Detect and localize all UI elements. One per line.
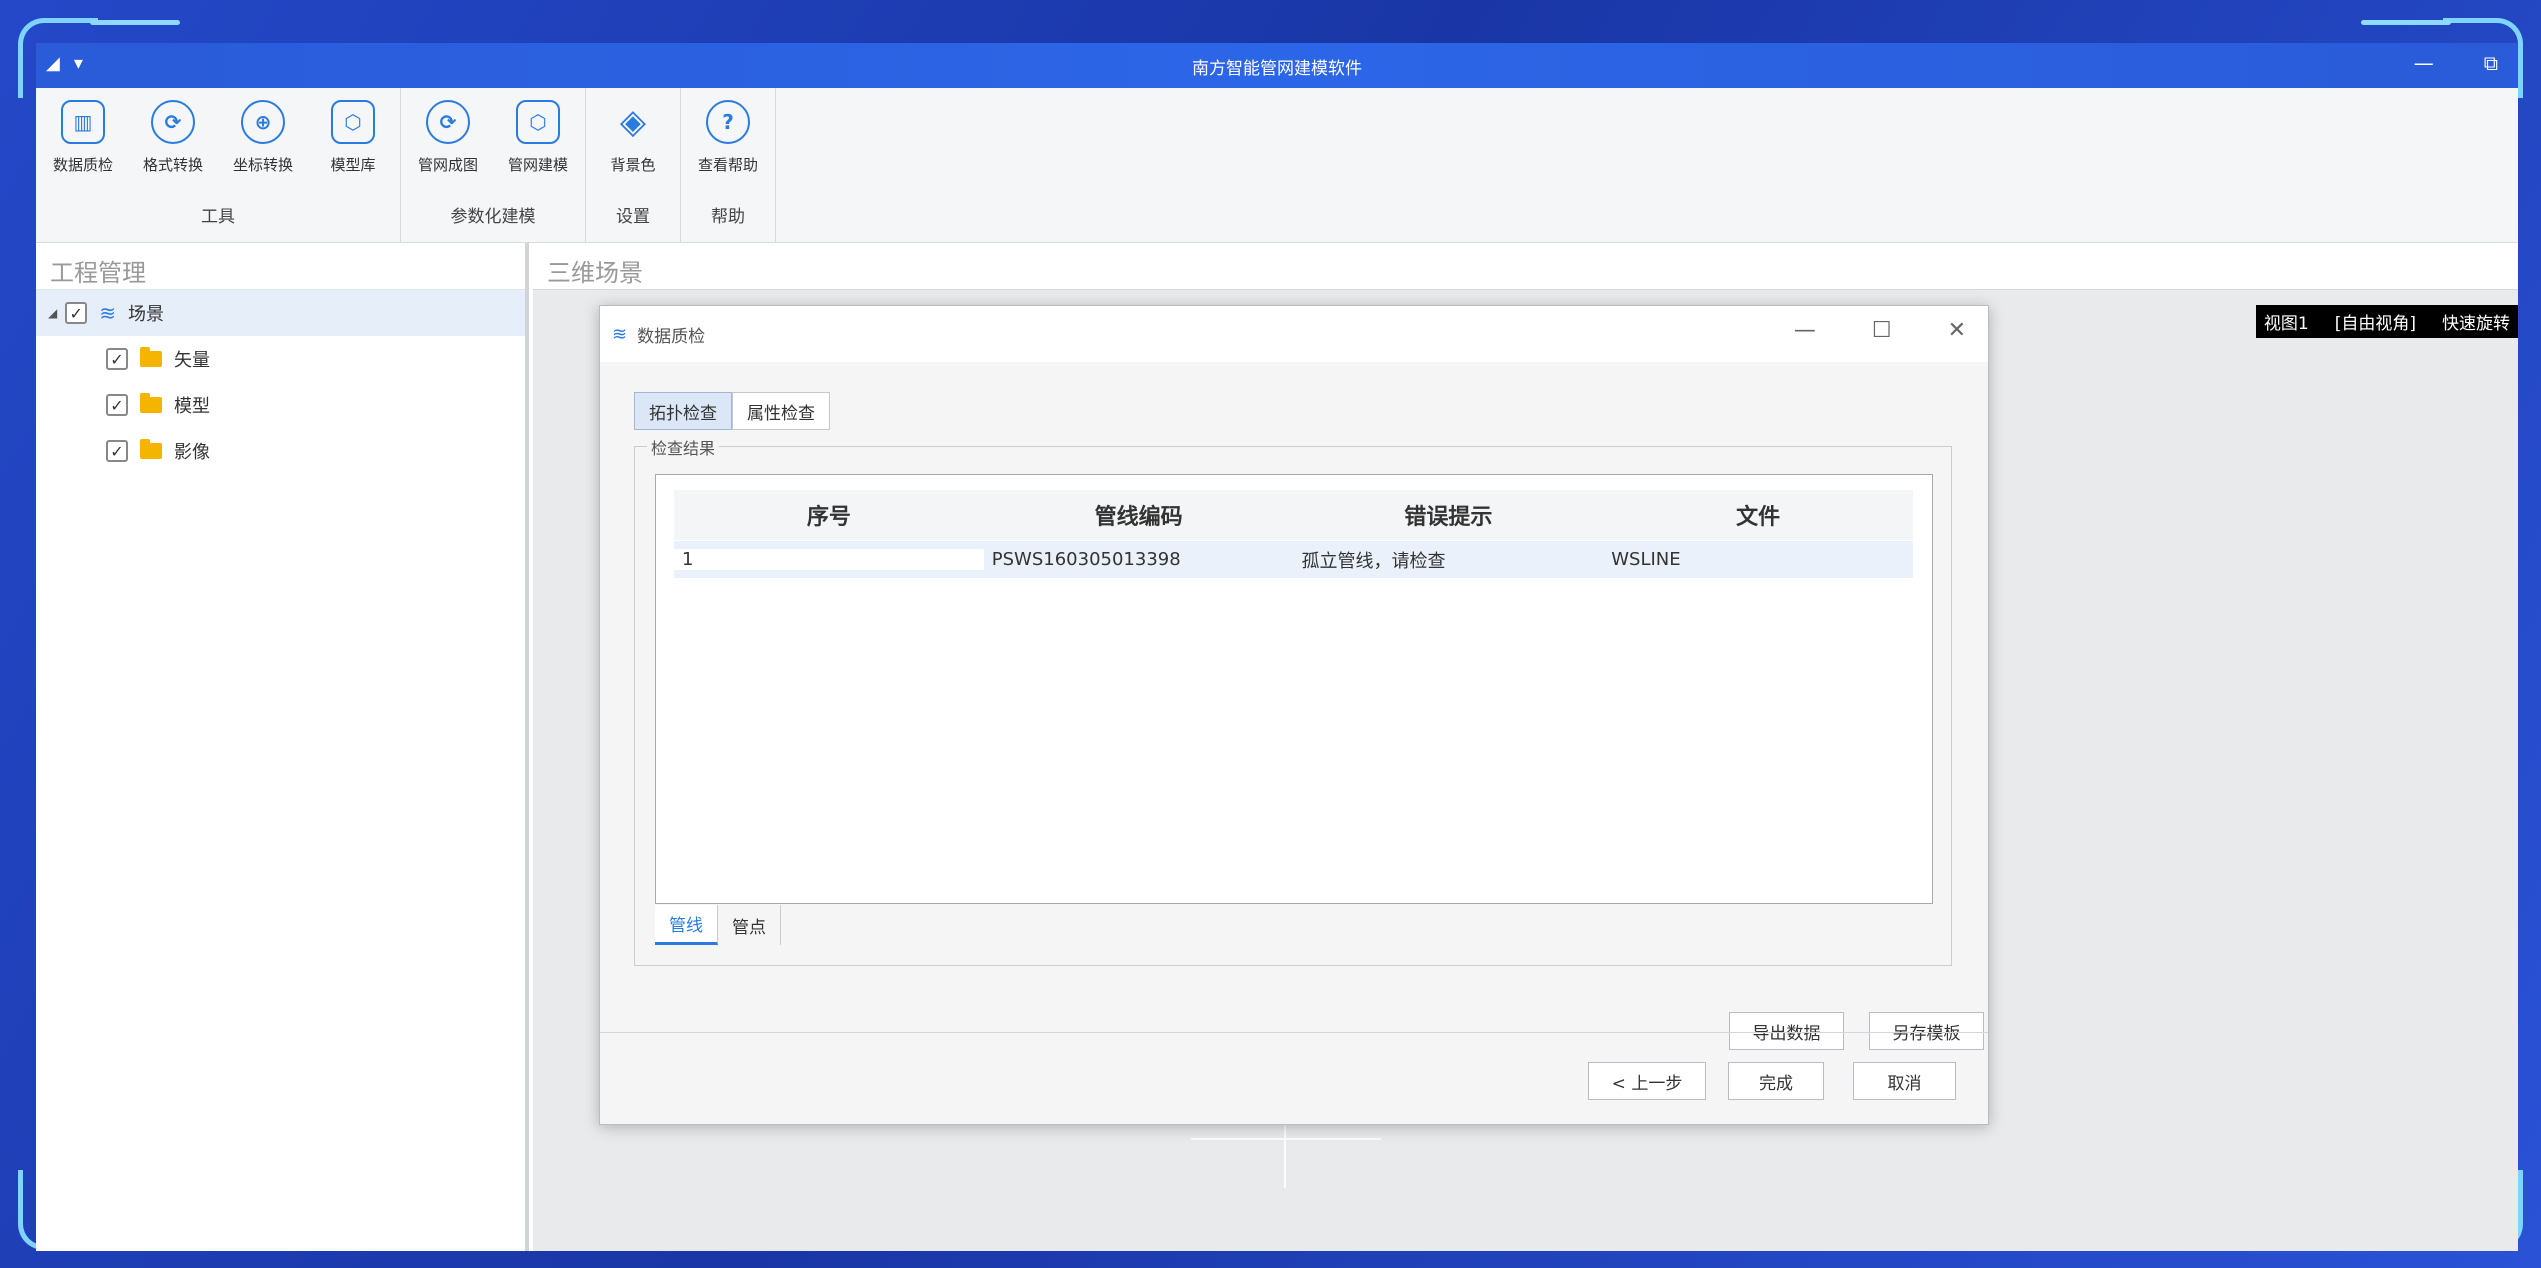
result-table: 序号 管线编码 错误提示 文件 1 PSWS160305013398 孤立管线，… [655,474,1933,904]
expand-arrow-icon[interactable]: ◢ [48,306,57,320]
project-management-panel: 工程管理 ◢ ✓ ≋ 场景 ✓ 矢量 ✓ 模型 ✓ 影像 [36,243,529,1251]
previous-step-button[interactable]: < 上一步 [1588,1062,1706,1100]
layers-icon: ≋ [99,301,116,325]
background-color-button[interactable]: ◈ 背景色 [590,100,676,192]
view-status-bar: 视图1 [自由视角] 快速旋转 [2255,305,2518,338]
finish-button[interactable]: 完成 [1728,1062,1824,1100]
view-help-button[interactable]: ? 查看帮助 [685,100,771,192]
subtab-pipe-points[interactable]: 管点 [718,905,781,945]
ribbon-group-label: 工具 [201,207,235,227]
tree-item-scene[interactable]: ◢ ✓ ≋ 场景 [36,290,525,336]
folder-icon [140,393,162,413]
cell-error: 孤立管线，请检查 [1301,550,1446,572]
chart-icon: ▥ [61,100,105,144]
column-header[interactable]: 文件 [1603,499,1913,531]
pipe-model-icon: ⬡ [516,100,560,144]
close-button[interactable]: ✕ [1948,318,1966,343]
result-subtabs: 管线 管点 [655,905,781,945]
tree-item-label: 影像 [174,442,210,463]
coordinate-convert-label: 坐标转换 [232,156,293,174]
check-tabs: 拓扑检查 属性检查 [634,392,830,430]
model-library-icon: ⬡ [331,100,375,144]
pipe-map-button[interactable]: ⟳ 管网成图 [405,100,491,192]
tree-item-label: 模型 [174,396,210,417]
view-help-label: 查看帮助 [697,156,758,174]
paint-bucket-icon: ◈ [619,102,647,142]
minimize-button[interactable]: — [1794,318,1816,343]
tree-item-label: 矢量 [174,350,210,371]
frame-highlight [90,20,180,25]
pipe-model-label: 管网建模 [507,156,568,174]
panel-title: 工程管理 [36,243,525,290]
background-color-label: 背景色 [610,156,656,174]
ribbon-group-parametric-modeling: ⟳ 管网成图 ⬡ 管网建模 参数化建模 [401,88,586,242]
checkbox[interactable]: ✓ [106,440,128,462]
column-header[interactable]: 管线编码 [984,499,1294,531]
cell-code: PSWS160305013398 [991,549,1181,570]
data-check-label: 数据质检 [52,156,113,174]
subtab-pipelines[interactable]: 管线 [655,905,718,945]
table-row[interactable]: 1 PSWS160305013398 孤立管线，请检查 WSLINE [674,541,1913,578]
ribbon: ▥ 数据质检 ⟳ 格式转换 ⊕ 坐标转换 ⬡ 模型库 工具 ⟳ 管网成图 ⬡ 管网建模 参数… [36,88,2518,243]
window-title: 南方智能管网建模软件 [1192,59,1362,79]
data-check-button[interactable]: ▥ 数据质检 [40,100,126,192]
folder-icon [140,347,162,367]
quick-rotate[interactable]: 快速旋转 [2442,309,2510,334]
view-mode[interactable]: [自由视角] [2335,309,2416,334]
model-library-button[interactable]: ⬡ 模型库 [310,100,396,192]
coordinate-convert-button[interactable]: ⊕ 坐标转换 [220,100,306,192]
pipe-map-label: 管网成图 [417,156,478,174]
layers-icon: ≋ [612,323,628,345]
restore-button[interactable]: ⧉ [2484,51,2498,75]
format-convert-button[interactable]: ⟳ 格式转换 [130,100,216,192]
maximize-button[interactable]: ☐ [1872,318,1892,343]
dialog-title: 数据质检 [637,326,706,347]
tree-item-vector[interactable]: ✓ 矢量 [36,336,525,382]
column-header[interactable]: 错误提示 [1294,499,1604,531]
check-result-group: 检查结果 序号 管线编码 错误提示 文件 1 PSWS160305013398 … [634,435,1952,966]
application-window: ◢ ▾ 南方智能管网建模软件 — ⧉ ▥ 数据质检 ⟳ 格式转换 ⊕ 坐标转换 ⬡ 模型… [36,43,2518,1251]
ribbon-group-settings: ◈ 背景色 设置 [586,88,681,242]
ribbon-group-label: 设置 [616,207,650,227]
coordinate-convert-icon: ⊕ [241,100,285,144]
checkbox[interactable]: ✓ [106,394,128,416]
group-label: 检查结果 [647,435,720,459]
frame-highlight [2361,20,2451,25]
ribbon-group-label: 参数化建模 [450,207,536,227]
format-convert-icon: ⟳ [151,100,195,144]
divider [600,1032,1988,1033]
dialog-title-bar: ≋ 数据质检 [600,306,1988,362]
tab-attribute-check[interactable]: 属性检查 [732,392,830,430]
export-data-button[interactable]: 导出数据 [1729,1012,1844,1050]
checkbox[interactable]: ✓ [65,302,88,324]
cancel-button[interactable]: 取消 [1853,1062,1956,1100]
window-controls: — ⧉ [2414,51,2498,75]
crosshair [1191,1138,1381,1140]
column-header[interactable]: 序号 [674,499,984,531]
ribbon-group-tools: ▥ 数据质检 ⟳ 格式转换 ⊕ 坐标转换 ⬡ 模型库 工具 [36,88,401,242]
dialog-window-controls: — ☐ ✕ [1794,318,1966,343]
folder-icon [140,439,162,459]
ribbon-group-label: 帮助 [711,207,745,227]
tree-item-model[interactable]: ✓ 模型 [36,382,525,428]
tree-item-label: 场景 [128,304,164,325]
cell-file: WSLINE [1611,549,1681,570]
save-template-button[interactable]: 另存模板 [1869,1012,1984,1050]
format-convert-label: 格式转换 [142,156,203,174]
tab-topology-check[interactable]: 拓扑检查 [634,392,732,430]
pipe-model-button[interactable]: ⬡ 管网建模 [495,100,581,192]
model-library-label: 模型库 [330,156,376,174]
view-name: 视图1 [2263,314,2309,334]
minimize-button[interactable]: — [2414,51,2434,75]
pipe-map-icon: ⟳ [426,100,470,144]
title-bar: ◢ ▾ 南方智能管网建模软件 — ⧉ [36,43,2518,88]
tree-item-imagery[interactable]: ✓ 影像 [36,428,525,474]
table-header: 序号 管线编码 错误提示 文件 [674,490,1913,540]
panel-title: 三维场景 [533,243,2518,290]
help-icon: ? [706,100,750,144]
ribbon-group-help: ? 查看帮助 帮助 [681,88,776,242]
cell-index: 1 [674,549,984,570]
data-check-dialog: ≋ 数据质检 — ☐ ✕ 拓扑检查 属性检查 检查结果 序号 管线编码 错误提示… [599,305,1989,1125]
checkbox[interactable]: ✓ [106,348,128,370]
